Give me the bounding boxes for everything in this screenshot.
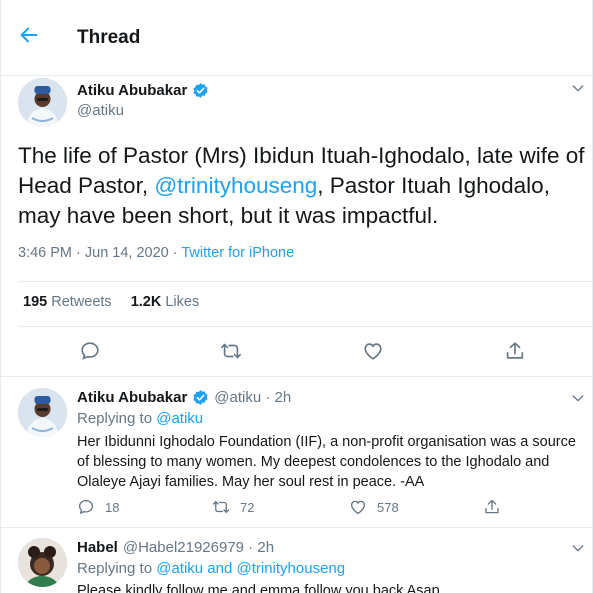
chevron-down-icon[interactable] [570,80,590,100]
avatar-image [18,78,67,127]
reply-button[interactable] [79,340,101,362]
avatar[interactable] [18,538,67,587]
likes-count: 1.2K [130,294,162,310]
like-button[interactable]: 578 [349,498,399,516]
retweet-count: 72 [240,499,255,515]
reply-text: Please kindly follow me and emma follow … [77,583,440,593]
reply-author-row[interactable]: Habel @Habel21926979 · 2h [77,539,274,556]
reply-icon [78,499,94,515]
author-display-name[interactable]: Habel [77,539,118,556]
tweet-source-link[interactable]: Twitter for iPhone [181,245,294,261]
engagement-stats: 195 Retweets 1.2K Likes [23,294,199,310]
author-handle-time[interactable]: @Habel21926979 · 2h [123,539,274,556]
share-button[interactable] [504,340,526,362]
mention-link[interactable]: @trinityhouseng [154,173,317,198]
divider [18,326,592,327]
arrow-left-icon [20,27,38,43]
avatar-image [18,388,67,437]
divider [1,527,592,528]
page-title: Thread [77,27,141,48]
reply-count: 18 [105,499,120,515]
thread-header: Thread [1,0,592,76]
retweet-icon [212,501,230,513]
retweet-button[interactable]: 72 [212,498,254,516]
retweets-count: 195 [23,294,48,310]
replying-label: Replying to [77,560,157,577]
author-display-name[interactable]: Atiku Abubakar [77,82,187,99]
thread-view: Thread Atiku Abubakar @atiku The life of… [0,0,593,593]
divider [1,376,592,377]
verified-badge-icon [192,389,209,406]
heart-icon [364,343,382,360]
mention-link[interactable]: @atiku [156,410,203,427]
mention-link[interactable]: @atiku and @trinityhouseng [156,560,345,577]
tweet-timestamp[interactable]: 3:46 PM · Jun 14, 2020 · [18,245,181,261]
reply-text: Her Ibidunni Ighodalo Foundation (IIF), … [77,434,576,490]
author-handle-time[interactable]: @atiku · 2h [214,389,291,406]
retweet-button[interactable] [220,340,242,362]
divider [18,281,592,282]
share-icon [506,342,524,359]
chevron-down-icon[interactable] [570,540,590,560]
chevron-down-icon[interactable] [570,390,590,410]
retweets-label: Retweets [51,294,112,310]
back-button[interactable] [18,24,48,54]
avatar[interactable] [18,78,67,127]
author-display-name[interactable]: Atiku Abubakar [77,389,187,406]
reply-author-row[interactable]: Atiku Abubakar @atiku · 2h [77,389,291,406]
verified-badge-icon [192,82,209,99]
retweet-icon [221,343,241,359]
tweet-text: The life of Pastor (Mrs) Ibidun Ituah-Ig… [18,141,588,231]
heart-icon [350,500,366,515]
likes-label: Likes [165,294,200,310]
likes-stat[interactable]: 1.2K Likes [131,294,200,310]
retweets-stat[interactable]: 195 Retweets [23,294,112,310]
replying-label: Replying to [77,410,157,427]
avatar[interactable] [18,388,67,437]
like-count: 578 [377,499,399,515]
author-name-row[interactable]: Atiku Abubakar [77,82,209,99]
tweet-meta: 3:46 PM · Jun 14, 2020 · Twitter for iPh… [18,245,294,261]
share-button[interactable] [483,498,501,516]
like-button[interactable] [362,340,384,362]
avatar-image [18,538,67,587]
reply-icon [81,342,99,360]
share-icon [485,499,499,514]
replying-to: Replying to @atiku [77,410,203,427]
author-handle[interactable]: @atiku [77,102,124,119]
reply-button[interactable]: 18 [77,498,119,516]
replying-to: Replying to @atiku and @trinityhouseng [77,560,345,577]
